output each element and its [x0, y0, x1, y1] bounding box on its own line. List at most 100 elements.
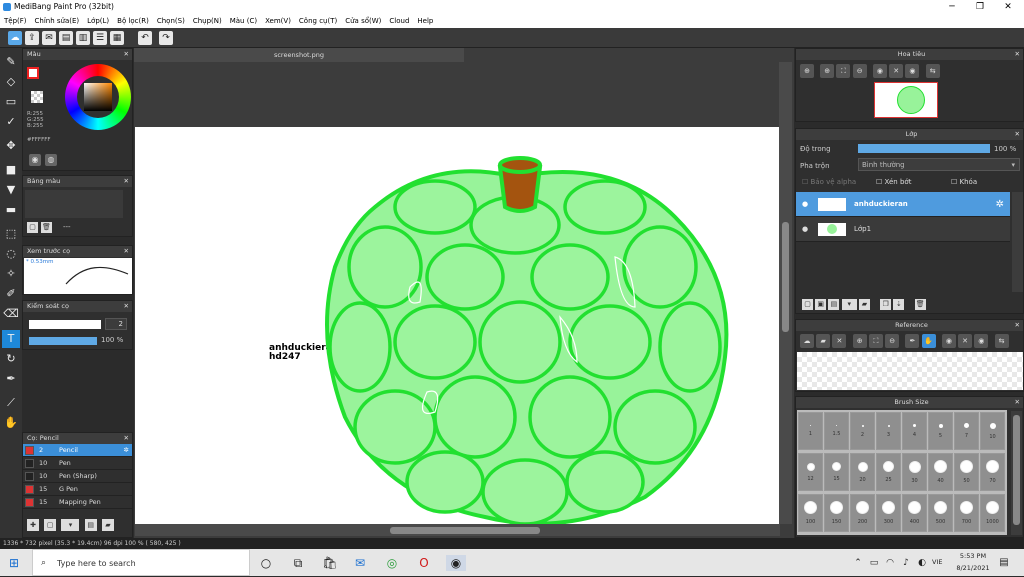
rotate-reset-icon[interactable]: ✕: [889, 64, 904, 78]
menu-window[interactable]: Cửa sổ(W): [341, 14, 385, 25]
tray-chevron-up-icon[interactable]: ⌃: [850, 555, 866, 571]
brush-size-cell[interactable]: 300: [876, 494, 901, 532]
duplicate-layer-icon[interactable]: ❐: [880, 299, 892, 310]
layer-menu-icon[interactable]: ▾: [841, 299, 857, 310]
store-icon[interactable]: 🛍: [322, 555, 338, 571]
fill-rect-tool-icon[interactable]: ■: [2, 161, 20, 179]
redo-icon[interactable]: ↷: [159, 31, 173, 45]
magic-wand-tool-icon[interactable]: ✧: [2, 265, 20, 283]
undo-icon[interactable]: ↶: [138, 31, 152, 45]
menu-edit[interactable]: Chỉnh sửa(E): [31, 14, 84, 25]
brush-size-cell[interactable]: 1.5: [824, 412, 849, 450]
task-view-icon[interactable]: ⧉: [290, 555, 306, 571]
close-button[interactable]: ✕: [994, 0, 1022, 14]
folder-icon[interactable]: ▰: [101, 519, 114, 531]
rotate-reset-icon[interactable]: ✕: [958, 334, 973, 348]
blend-mode-select[interactable]: Bình thường ▾: [858, 158, 1020, 171]
eyedropper-tool-icon[interactable]: ✒: [2, 370, 20, 388]
panel-list-icon[interactable]: ☰: [93, 31, 107, 45]
volume-icon[interactable]: ♪: [898, 555, 914, 571]
opera-icon[interactable]: O: [416, 555, 432, 571]
brush-size-cell[interactable]: 50: [954, 453, 979, 491]
brush-item-pencil[interactable]: 2 Pencil ✲: [23, 444, 132, 457]
close-icon[interactable]: ✕: [124, 246, 129, 257]
close-icon[interactable]: ✕: [124, 433, 129, 444]
lasso-tool-icon[interactable]: ◌: [2, 245, 20, 263]
fit-window-icon[interactable]: ⛶: [868, 334, 883, 348]
brush-size-cell[interactable]: 200: [850, 494, 875, 532]
brush-size-cell[interactable]: 7: [954, 412, 979, 450]
brush-size-cell[interactable]: 10: [980, 412, 1005, 450]
select-rect-tool-icon[interactable]: ▭: [2, 93, 20, 111]
foreground-color-swatch[interactable]: [27, 67, 39, 79]
navigator-thumbnail[interactable]: [874, 82, 938, 118]
panel-layout-icon[interactable]: ▥: [76, 31, 90, 45]
language-indicator[interactable]: VIE: [932, 558, 942, 566]
brush-size-cell[interactable]: 150: [824, 494, 849, 532]
brush-size-cell[interactable]: 4: [902, 412, 927, 450]
clock[interactable]: 5:53 PM 8/21/2021: [955, 552, 991, 572]
brush-size-cell[interactable]: 30: [902, 453, 927, 491]
brush-size-cell[interactable]: 2: [850, 412, 875, 450]
reference-view[interactable]: [797, 352, 1023, 390]
open-folder-icon[interactable]: ▰: [816, 334, 831, 348]
brush-size-cell[interactable]: 15: [824, 453, 849, 491]
merge-layer-icon[interactable]: ⇣: [893, 299, 905, 310]
new-layer-icon[interactable]: ▢: [802, 299, 813, 310]
clipping-checkbox[interactable]: ☐ Xén bớt: [876, 178, 911, 186]
new-8bit-layer-icon[interactable]: ▤: [828, 299, 840, 310]
taskbar-search[interactable]: ⌕ Type here to search: [32, 549, 250, 576]
eye-icon[interactable]: ●: [802, 217, 808, 242]
brush-opacity-slider[interactable]: [29, 337, 97, 345]
brush-size-cell[interactable]: 700: [954, 494, 979, 532]
brush-item-g-pen[interactable]: 15 G Pen: [23, 483, 132, 496]
new-palette-icon[interactable]: ▢: [27, 222, 38, 233]
close-icon[interactable]: ✕: [124, 49, 129, 60]
brush-item-pen[interactable]: 10 Pen: [23, 457, 132, 470]
zoom-in-icon[interactable]: ⊕: [852, 334, 867, 348]
divide-tool-icon[interactable]: ⟋: [2, 394, 20, 412]
layer-opacity-slider[interactable]: [858, 144, 990, 153]
brush-item-mapping-pen[interactable]: 15 Mapping Pen: [23, 496, 132, 509]
hand-tool-icon[interactable]: ✋: [2, 414, 20, 432]
close-reference-icon[interactable]: ✕: [832, 334, 847, 348]
minimize-button[interactable]: ─: [938, 0, 966, 14]
horizontal-scrollbar-thumb[interactable]: [390, 527, 540, 534]
zoom-out-icon[interactable]: ⊖: [885, 334, 900, 348]
brush-size-cell[interactable]: 12: [798, 453, 823, 491]
brush-settings-icon[interactable]: ▤: [84, 519, 97, 531]
notification-icon[interactable]: ▤: [996, 555, 1012, 571]
brush-size-cell[interactable]: 70: [980, 453, 1005, 491]
brush-size-slider[interactable]: [29, 320, 101, 329]
menu-color[interactable]: Màu (C): [226, 14, 261, 25]
brush-size-cell[interactable]: 1000: [980, 494, 1005, 532]
layer-item-anhduckieran[interactable]: ● anhduckieran ✲: [796, 192, 1010, 217]
select-eraser-tool-icon[interactable]: ⌫: [2, 305, 20, 323]
dot-pen-tool-icon[interactable]: ✓: [2, 113, 20, 131]
eyedropper-icon[interactable]: ✒: [905, 334, 920, 348]
brush-size-cell[interactable]: 1: [798, 412, 823, 450]
windows-start-icon[interactable]: ⊞: [6, 555, 22, 571]
brush-size-scrollbar[interactable]: [1011, 411, 1022, 535]
app-green-icon[interactable]: ◎: [384, 555, 400, 571]
saturation-square[interactable]: [84, 83, 112, 111]
layer-item-lop1[interactable]: ● Lớp1: [796, 217, 1010, 242]
flip-icon[interactable]: ⇆: [994, 334, 1009, 348]
palette-icon[interactable]: ◉: [29, 154, 41, 166]
select-pen-tool-icon[interactable]: ✐: [2, 285, 20, 303]
brush-size-cell[interactable]: 500: [928, 494, 953, 532]
rotate-left-icon[interactable]: ◉: [872, 64, 887, 78]
menu-help[interactable]: Help: [413, 14, 437, 25]
cortana-icon[interactable]: ○: [258, 555, 274, 571]
bucket-tool-icon[interactable]: ▼: [2, 181, 20, 199]
menu-snap[interactable]: Chụp(N): [189, 14, 226, 25]
layer-folder-icon[interactable]: ▰: [858, 299, 870, 310]
comment-icon[interactable]: ✉: [42, 31, 56, 45]
horizontal-scrollbar[interactable]: [135, 524, 780, 536]
zoom-in-icon[interactable]: ⊕: [800, 64, 814, 78]
brush-menu-icon[interactable]: ▾: [61, 519, 80, 531]
brush-tool-icon[interactable]: ✎: [2, 53, 20, 71]
transparent-color-swatch[interactable]: [31, 91, 43, 103]
text-tool-icon[interactable]: T: [2, 330, 20, 348]
brush-size-cell[interactable]: 3: [876, 412, 901, 450]
